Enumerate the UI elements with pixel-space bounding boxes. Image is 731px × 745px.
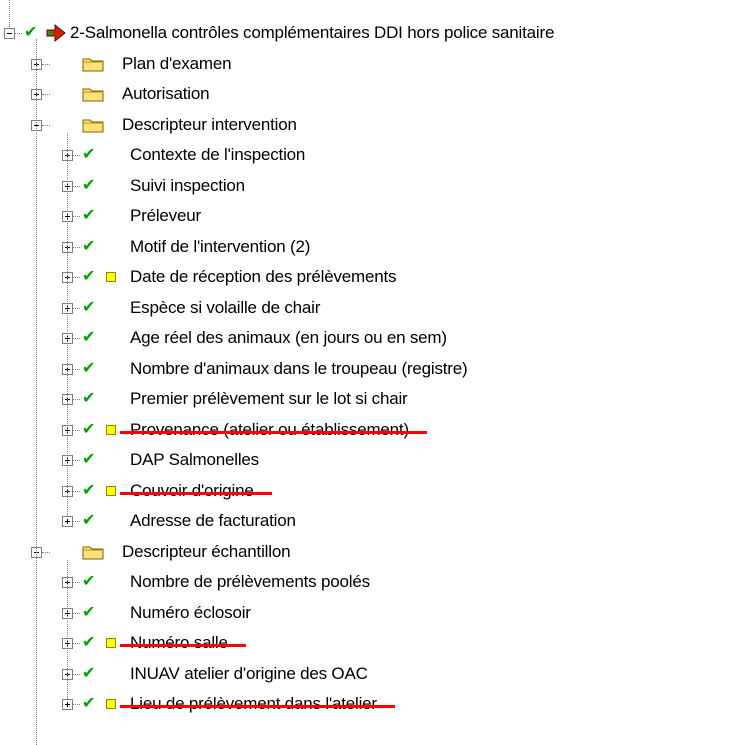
item-label[interactable]: Numéro salle (130, 633, 228, 653)
checkmark-icon: ✔ (82, 573, 96, 590)
item-label[interactable]: Lieu de prélèvement dans l'atelier (130, 694, 377, 714)
tree-line (73, 246, 80, 248)
checkmark-icon: ✔ (82, 268, 96, 285)
tree-line (73, 185, 80, 187)
item-label[interactable]: Adresse de facturation (130, 511, 296, 531)
tree-line (67, 132, 68, 516)
tree-line (9, 0, 10, 27)
tree-line (73, 673, 80, 675)
strikethrough-line (120, 491, 272, 495)
tree-line (73, 643, 80, 644)
folder-icon (82, 544, 104, 559)
item-label[interactable]: INUAV atelier d'origine des OAC (130, 664, 368, 684)
tree-line (73, 490, 80, 492)
tree-line (73, 338, 80, 339)
group-label[interactable]: Descripteur échantillon (122, 542, 291, 562)
checkmark-icon: ✔ (82, 298, 96, 316)
item-label[interactable]: DAP Salmonelles (130, 450, 259, 470)
checkmark-icon: ✔ (82, 481, 96, 499)
checkmark-icon: ✔ (82, 634, 96, 651)
strikethrough-line (120, 705, 395, 708)
strikethrough-line (120, 430, 427, 434)
group-label[interactable]: Descripteur intervention (122, 115, 297, 135)
expand-icon[interactable] (62, 699, 73, 710)
item-label[interactable]: Contexte de l'inspection (130, 145, 305, 165)
item-label[interactable]: Nombre de prélèvements poolés (130, 572, 370, 592)
checkmark-icon: ✔ (82, 329, 96, 346)
tree-line (73, 216, 80, 217)
tree-line (15, 33, 22, 34)
note-icon (106, 699, 116, 709)
item-label[interactable]: Nombre d'animaux dans le troupeau (regis… (130, 359, 468, 379)
note-icon (106, 485, 116, 496)
checkmark-icon: ✔ (82, 603, 96, 621)
checkmark-icon: ✔ (82, 359, 96, 377)
checkmark-icon: ✔ (82, 420, 96, 438)
item-label[interactable]: Suivi inspection (130, 176, 245, 196)
tree-line (42, 551, 50, 553)
tree-view[interactable]: ✔ 2-Salmonella contrôles complémentaires … (0, 0, 731, 745)
folder-icon (82, 56, 104, 71)
checkmark-icon: ✔ (82, 146, 96, 163)
expand-icon[interactable] (62, 516, 73, 527)
folder-icon (82, 86, 104, 102)
item-label[interactable]: Premier prélèvement sur le lot si chair (130, 389, 408, 409)
item-label[interactable]: Motif de l'intervention (2) (130, 237, 310, 257)
checkmark-icon: ✔ (82, 390, 96, 407)
tree-line (73, 582, 80, 583)
group-label[interactable]: Plan d'examen (122, 54, 232, 74)
collapse-icon[interactable] (4, 28, 15, 39)
tree-line (73, 429, 80, 431)
tree-line (73, 460, 80, 461)
checkmark-icon: ✔ (82, 512, 96, 529)
tree-line (73, 307, 80, 309)
checkmark-icon: ✔ (82, 207, 96, 224)
tree-line (73, 368, 80, 370)
tree-line (73, 399, 80, 400)
tree-line (36, 39, 37, 745)
arrow-right-icon (46, 23, 66, 43)
tree-line (73, 277, 80, 278)
item-label[interactable]: Préleveur (130, 206, 201, 226)
note-icon (106, 424, 116, 435)
tree-line (73, 704, 80, 705)
item-label[interactable]: Couvoir d'origine (130, 481, 254, 501)
item-label[interactable]: Numéro éclosoir (130, 603, 251, 623)
item-label[interactable]: Espèce si volaille de chair (130, 298, 320, 318)
folder-icon (82, 117, 104, 132)
tree-line (42, 94, 50, 95)
checkmark-icon: ✔ (82, 695, 96, 712)
item-label[interactable]: Age réel des animaux (en jours ou en sem… (130, 328, 447, 348)
checkmark-icon: ✔ (82, 237, 96, 255)
checkmark-icon: ✔ (82, 451, 96, 468)
tree-line (73, 155, 80, 156)
item-label[interactable]: Date de réception des prélèvements (130, 267, 397, 287)
root-node-label[interactable]: 2-Salmonella contrôles complémentaires D… (70, 23, 554, 43)
tree-line (73, 612, 80, 614)
note-icon (106, 638, 116, 648)
tree-line (42, 63, 50, 65)
tree-line (42, 124, 50, 126)
checkmark-icon: ✔ (82, 176, 96, 194)
tree-line (67, 559, 68, 699)
tree-line (73, 521, 80, 522)
strikethrough-line (120, 644, 246, 647)
group-label[interactable]: Autorisation (122, 84, 210, 104)
item-label[interactable]: Provenance (atelier ou établissement) (130, 420, 409, 440)
checkmark-icon: ✔ (82, 664, 96, 682)
note-icon (106, 272, 116, 282)
